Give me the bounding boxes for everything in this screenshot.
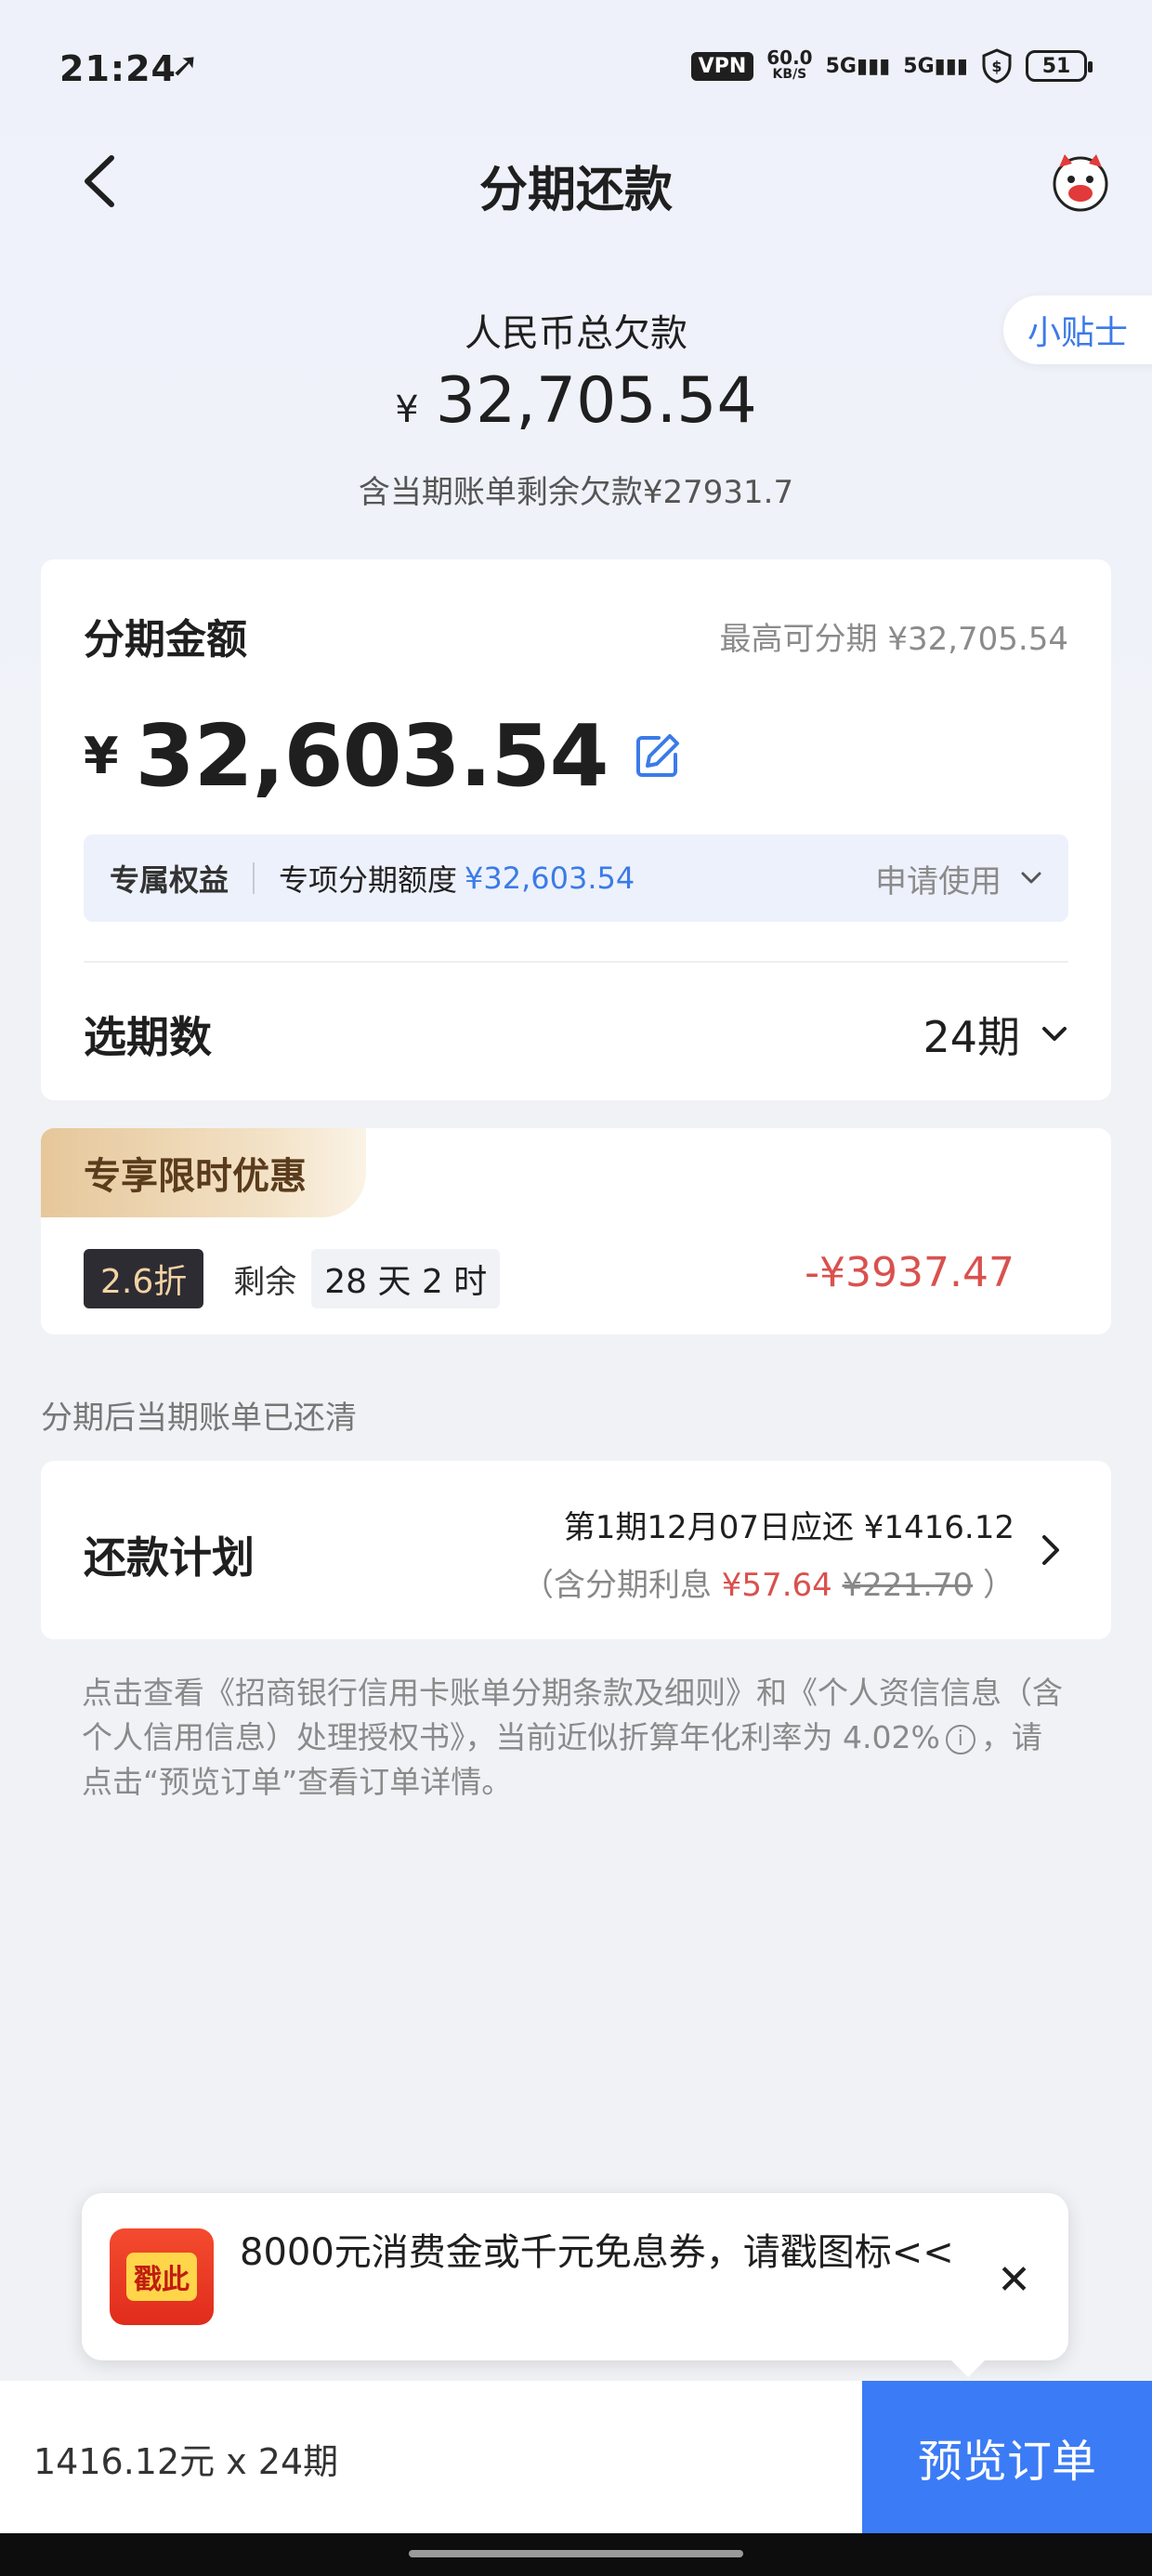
benefit-tag: 专属权益 xyxy=(110,862,229,898)
apply-use-label: 申请使用 xyxy=(875,862,1001,900)
signal-icon-2: 5G▮▮▮ xyxy=(903,54,968,78)
original-interest: ¥221.70 xyxy=(842,1567,974,1604)
total-debt-amount: ¥32,705.54 xyxy=(0,364,1152,438)
remaining-time: 28 天 2 时 xyxy=(311,1249,501,1308)
battery-icon: 51 xyxy=(1026,50,1093,82)
close-icon[interactable]: ✕ xyxy=(997,2256,1031,2304)
benefit-description: 专项分期额度 xyxy=(279,862,458,898)
net-speed-unit: KB/S xyxy=(772,67,807,82)
interest-amount: ¥57.64 xyxy=(721,1567,832,1604)
disclaimer-text[interactable]: 点击查看《招商银行信用卡账单分期条款及细则》和《个人资信信息（含个人信用信息）处… xyxy=(82,1675,1063,1755)
chevron-down-icon xyxy=(1042,1027,1067,1041)
current-bill-remaining: 含当期账单剩余欠款¥27931.7 xyxy=(358,474,794,511)
interest-prefix: （含分期利息 xyxy=(521,1567,722,1604)
status-time: 21:24 xyxy=(59,48,177,89)
period-label: 选期数 xyxy=(84,1012,212,1062)
first-payment-text: 第1期12月07日应还 ¥1416.12 xyxy=(563,1509,1015,1546)
remaining-label: 剩余 xyxy=(233,1263,297,1301)
chevron-right-icon xyxy=(1042,1535,1059,1565)
total-debt-label: 人民币总欠款 xyxy=(465,312,687,355)
mascot-icon[interactable] xyxy=(1048,149,1113,214)
total-debt-value: 32,705.54 xyxy=(435,364,757,438)
status-icons: VPN 60.0 KB/S 5G▮▮▮ 5G▮▮▮ $ 51 xyxy=(690,48,1093,84)
home-indicator[interactable] xyxy=(409,2550,743,2557)
repayment-plan-card[interactable]: 还款计划 第1期12月07日应还 ¥1416.12 （含分期利息 ¥57.64 … xyxy=(41,1461,1111,1639)
divider xyxy=(84,961,1068,963)
svg-text:$: $ xyxy=(991,58,1001,75)
chevron-down-icon xyxy=(1021,872,1041,884)
shield-icon: $ xyxy=(982,48,1012,84)
signal-label-2: 5G xyxy=(903,54,935,78)
max-installment-text: 最高可分期 ¥32,705.54 xyxy=(719,621,1068,658)
coupon-gift-icon[interactable]: 戳此 xyxy=(110,2228,214,2325)
saving-amount: -¥3937.47 xyxy=(805,1249,1015,1296)
coupon-seal-text: 戳此 xyxy=(126,2253,197,2301)
benefit-separator xyxy=(253,862,255,894)
bill-cleared-note: 分期后当期账单已还清 xyxy=(41,1400,357,1437)
signal-label-1: 5G xyxy=(825,54,857,78)
installment-amount-label: 分期金额 xyxy=(84,616,247,664)
interest-line: （含分期利息 ¥57.64 ¥221.70 ） xyxy=(522,1559,1015,1605)
location-arrow-icon: ➚ xyxy=(171,46,200,85)
installment-amount-value[interactable]: 32,603.54 xyxy=(136,706,609,806)
coupon-banner[interactable]: 戳此 8000元消费金或千元免息券，请戳图标<< ✕ xyxy=(82,2193,1068,2377)
offer-row: 2.6折 剩余 28 天 2 时 xyxy=(84,1249,501,1308)
discount-badge: 2.6折 xyxy=(84,1249,204,1308)
exclusive-benefit-bar[interactable]: 专属权益 专项分期额度 ¥32,603.54 申请使用 xyxy=(84,835,1068,922)
period-selector[interactable]: 24期 xyxy=(923,1004,1068,1065)
net-speed: 60.0 KB/S xyxy=(766,48,812,83)
apply-use-button[interactable]: 申请使用 xyxy=(875,856,1042,901)
interest-suffix: ） xyxy=(973,1567,1015,1604)
currency-symbol: ¥ xyxy=(395,388,419,431)
period-value: 24期 xyxy=(923,1012,1020,1062)
info-icon[interactable]: i xyxy=(945,1724,975,1755)
edit-icon[interactable] xyxy=(631,730,683,782)
installment-amount-card: 分期金额 最高可分期 ¥32,705.54 ¥ 32,603.54 专属权益 专… xyxy=(41,559,1111,1100)
terms-disclaimer[interactable]: 点击查看《招商银行信用卡账单分期条款及细则》和《个人资信信息（含个人信用信息）处… xyxy=(82,1671,1067,1805)
benefit-value: ¥32,603.54 xyxy=(465,861,635,896)
installment-amount-row[interactable]: ¥ 32,603.54 xyxy=(84,706,683,806)
preview-order-button[interactable]: 预览订单 xyxy=(862,2381,1152,2533)
bottom-bar: 1416.12元 x 24期 预览订单 xyxy=(0,2381,1152,2533)
coupon-text: 8000元消费金或千元免息券，请戳图标<< xyxy=(240,2231,954,2274)
status-bar: 21:24 ➚ VPN 60.0 KB/S 5G▮▮▮ 5G▮▮▮ $ 51 xyxy=(0,0,1152,139)
limited-offer-tag: 专享限时优惠 xyxy=(41,1128,366,1217)
vpn-icon: VPN xyxy=(690,51,754,81)
limited-offer-card: 专享限时优惠 2.6折 剩余 28 天 2 时 -¥3937.47 xyxy=(41,1128,1111,1334)
system-nav-bar xyxy=(0,2533,1152,2576)
amount-currency: ¥ xyxy=(84,727,119,785)
payment-summary: 1416.12元 x 24期 xyxy=(33,2441,339,2482)
signal-icon-1: 5G▮▮▮ xyxy=(825,54,891,78)
page-title: 分期还款 xyxy=(478,163,673,218)
repayment-plan-label: 还款计划 xyxy=(84,1532,255,1583)
